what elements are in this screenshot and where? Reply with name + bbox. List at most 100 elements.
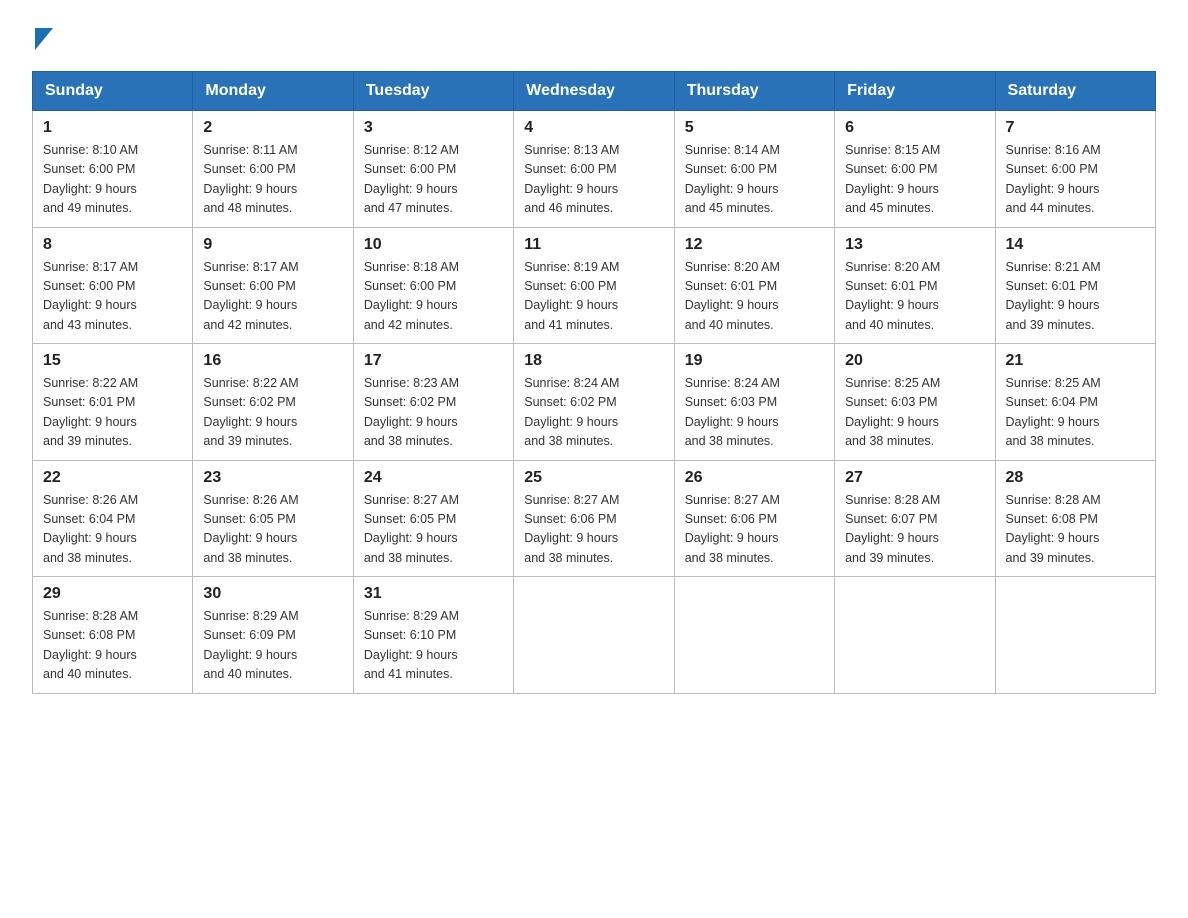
day-number: 13 (845, 236, 984, 254)
day-info: Sunrise: 8:24 AMSunset: 6:03 PMDaylight:… (685, 376, 780, 448)
day-number: 4 (524, 119, 663, 137)
day-info: Sunrise: 8:11 AMSunset: 6:00 PMDaylight:… (203, 143, 297, 215)
weekday-header-friday: Friday (835, 72, 995, 111)
day-number: 30 (203, 585, 342, 603)
day-number: 11 (524, 236, 663, 254)
calendar-cell (835, 577, 995, 694)
day-number: 3 (364, 119, 503, 137)
day-number: 28 (1006, 469, 1145, 487)
day-number: 24 (364, 469, 503, 487)
day-info: Sunrise: 8:14 AMSunset: 6:00 PMDaylight:… (685, 143, 780, 215)
day-info: Sunrise: 8:28 AMSunset: 6:08 PMDaylight:… (1006, 493, 1101, 565)
calendar-cell: 8 Sunrise: 8:17 AMSunset: 6:00 PMDayligh… (33, 227, 193, 344)
calendar-cell: 19 Sunrise: 8:24 AMSunset: 6:03 PMDaylig… (674, 344, 834, 461)
calendar-cell: 23 Sunrise: 8:26 AMSunset: 6:05 PMDaylig… (193, 460, 353, 577)
day-number: 23 (203, 469, 342, 487)
weekday-header-wednesday: Wednesday (514, 72, 674, 111)
day-number: 8 (43, 236, 182, 254)
calendar-cell: 18 Sunrise: 8:24 AMSunset: 6:02 PMDaylig… (514, 344, 674, 461)
day-number: 26 (685, 469, 824, 487)
day-info: Sunrise: 8:18 AMSunset: 6:00 PMDaylight:… (364, 260, 459, 332)
calendar-cell: 1 Sunrise: 8:10 AMSunset: 6:00 PMDayligh… (33, 111, 193, 228)
weekday-header-saturday: Saturday (995, 72, 1155, 111)
calendar-cell: 26 Sunrise: 8:27 AMSunset: 6:06 PMDaylig… (674, 460, 834, 577)
calendar-cell: 14 Sunrise: 8:21 AMSunset: 6:01 PMDaylig… (995, 227, 1155, 344)
day-info: Sunrise: 8:13 AMSunset: 6:00 PMDaylight:… (524, 143, 619, 215)
calendar-cell: 22 Sunrise: 8:26 AMSunset: 6:04 PMDaylig… (33, 460, 193, 577)
day-info: Sunrise: 8:22 AMSunset: 6:01 PMDaylight:… (43, 376, 138, 448)
weekday-header-tuesday: Tuesday (353, 72, 513, 111)
calendar-cell: 2 Sunrise: 8:11 AMSunset: 6:00 PMDayligh… (193, 111, 353, 228)
calendar-cell: 10 Sunrise: 8:18 AMSunset: 6:00 PMDaylig… (353, 227, 513, 344)
calendar-week-row-4: 22 Sunrise: 8:26 AMSunset: 6:04 PMDaylig… (33, 460, 1156, 577)
calendar-header: SundayMondayTuesdayWednesdayThursdayFrid… (33, 72, 1156, 111)
calendar-cell: 11 Sunrise: 8:19 AMSunset: 6:00 PMDaylig… (514, 227, 674, 344)
day-number: 12 (685, 236, 824, 254)
day-info: Sunrise: 8:10 AMSunset: 6:00 PMDaylight:… (43, 143, 138, 215)
day-info: Sunrise: 8:25 AMSunset: 6:04 PMDaylight:… (1006, 376, 1101, 448)
day-number: 18 (524, 352, 663, 370)
calendar-week-row-2: 8 Sunrise: 8:17 AMSunset: 6:00 PMDayligh… (33, 227, 1156, 344)
calendar-cell: 15 Sunrise: 8:22 AMSunset: 6:01 PMDaylig… (33, 344, 193, 461)
day-number: 21 (1006, 352, 1145, 370)
day-info: Sunrise: 8:28 AMSunset: 6:08 PMDaylight:… (43, 609, 138, 681)
calendar-week-row-3: 15 Sunrise: 8:22 AMSunset: 6:01 PMDaylig… (33, 344, 1156, 461)
day-info: Sunrise: 8:12 AMSunset: 6:00 PMDaylight:… (364, 143, 459, 215)
day-info: Sunrise: 8:29 AMSunset: 6:10 PMDaylight:… (364, 609, 459, 681)
calendar-cell: 30 Sunrise: 8:29 AMSunset: 6:09 PMDaylig… (193, 577, 353, 694)
day-info: Sunrise: 8:22 AMSunset: 6:02 PMDaylight:… (203, 376, 298, 448)
day-info: Sunrise: 8:17 AMSunset: 6:00 PMDaylight:… (43, 260, 138, 332)
day-info: Sunrise: 8:27 AMSunset: 6:06 PMDaylight:… (685, 493, 780, 565)
logo-arrow-icon (35, 28, 53, 55)
weekday-header-monday: Monday (193, 72, 353, 111)
day-info: Sunrise: 8:15 AMSunset: 6:00 PMDaylight:… (845, 143, 940, 215)
day-number: 7 (1006, 119, 1145, 137)
calendar-cell: 13 Sunrise: 8:20 AMSunset: 6:01 PMDaylig… (835, 227, 995, 344)
day-info: Sunrise: 8:21 AMSunset: 6:01 PMDaylight:… (1006, 260, 1101, 332)
day-number: 19 (685, 352, 824, 370)
day-number: 10 (364, 236, 503, 254)
calendar-cell: 12 Sunrise: 8:20 AMSunset: 6:01 PMDaylig… (674, 227, 834, 344)
day-info: Sunrise: 8:29 AMSunset: 6:09 PMDaylight:… (203, 609, 298, 681)
day-number: 6 (845, 119, 984, 137)
calendar-cell: 17 Sunrise: 8:23 AMSunset: 6:02 PMDaylig… (353, 344, 513, 461)
day-info: Sunrise: 8:27 AMSunset: 6:05 PMDaylight:… (364, 493, 459, 565)
day-info: Sunrise: 8:24 AMSunset: 6:02 PMDaylight:… (524, 376, 619, 448)
weekday-header-row: SundayMondayTuesdayWednesdayThursdayFrid… (33, 72, 1156, 111)
calendar-cell: 27 Sunrise: 8:28 AMSunset: 6:07 PMDaylig… (835, 460, 995, 577)
calendar-body: 1 Sunrise: 8:10 AMSunset: 6:00 PMDayligh… (33, 111, 1156, 694)
calendar-cell (514, 577, 674, 694)
day-info: Sunrise: 8:26 AMSunset: 6:05 PMDaylight:… (203, 493, 298, 565)
weekday-header-thursday: Thursday (674, 72, 834, 111)
day-number: 29 (43, 585, 182, 603)
day-number: 1 (43, 119, 182, 137)
day-info: Sunrise: 8:25 AMSunset: 6:03 PMDaylight:… (845, 376, 940, 448)
day-number: 27 (845, 469, 984, 487)
day-number: 20 (845, 352, 984, 370)
day-number: 25 (524, 469, 663, 487)
calendar-cell: 31 Sunrise: 8:29 AMSunset: 6:10 PMDaylig… (353, 577, 513, 694)
calendar-cell: 9 Sunrise: 8:17 AMSunset: 6:00 PMDayligh… (193, 227, 353, 344)
day-info: Sunrise: 8:17 AMSunset: 6:00 PMDaylight:… (203, 260, 298, 332)
day-number: 5 (685, 119, 824, 137)
calendar-cell: 29 Sunrise: 8:28 AMSunset: 6:08 PMDaylig… (33, 577, 193, 694)
day-number: 15 (43, 352, 182, 370)
calendar-cell: 6 Sunrise: 8:15 AMSunset: 6:00 PMDayligh… (835, 111, 995, 228)
calendar-week-row-1: 1 Sunrise: 8:10 AMSunset: 6:00 PMDayligh… (33, 111, 1156, 228)
calendar-cell: 3 Sunrise: 8:12 AMSunset: 6:00 PMDayligh… (353, 111, 513, 228)
day-number: 9 (203, 236, 342, 254)
day-info: Sunrise: 8:26 AMSunset: 6:04 PMDaylight:… (43, 493, 138, 565)
day-info: Sunrise: 8:23 AMSunset: 6:02 PMDaylight:… (364, 376, 459, 448)
day-number: 31 (364, 585, 503, 603)
day-number: 17 (364, 352, 503, 370)
day-info: Sunrise: 8:27 AMSunset: 6:06 PMDaylight:… (524, 493, 619, 565)
calendar-cell: 4 Sunrise: 8:13 AMSunset: 6:00 PMDayligh… (514, 111, 674, 228)
calendar-cell (674, 577, 834, 694)
calendar-table: SundayMondayTuesdayWednesdayThursdayFrid… (32, 71, 1156, 694)
weekday-header-sunday: Sunday (33, 72, 193, 111)
day-number: 22 (43, 469, 182, 487)
day-number: 14 (1006, 236, 1145, 254)
page-header (32, 24, 1156, 55)
calendar-cell: 24 Sunrise: 8:27 AMSunset: 6:05 PMDaylig… (353, 460, 513, 577)
calendar-cell: 28 Sunrise: 8:28 AMSunset: 6:08 PMDaylig… (995, 460, 1155, 577)
